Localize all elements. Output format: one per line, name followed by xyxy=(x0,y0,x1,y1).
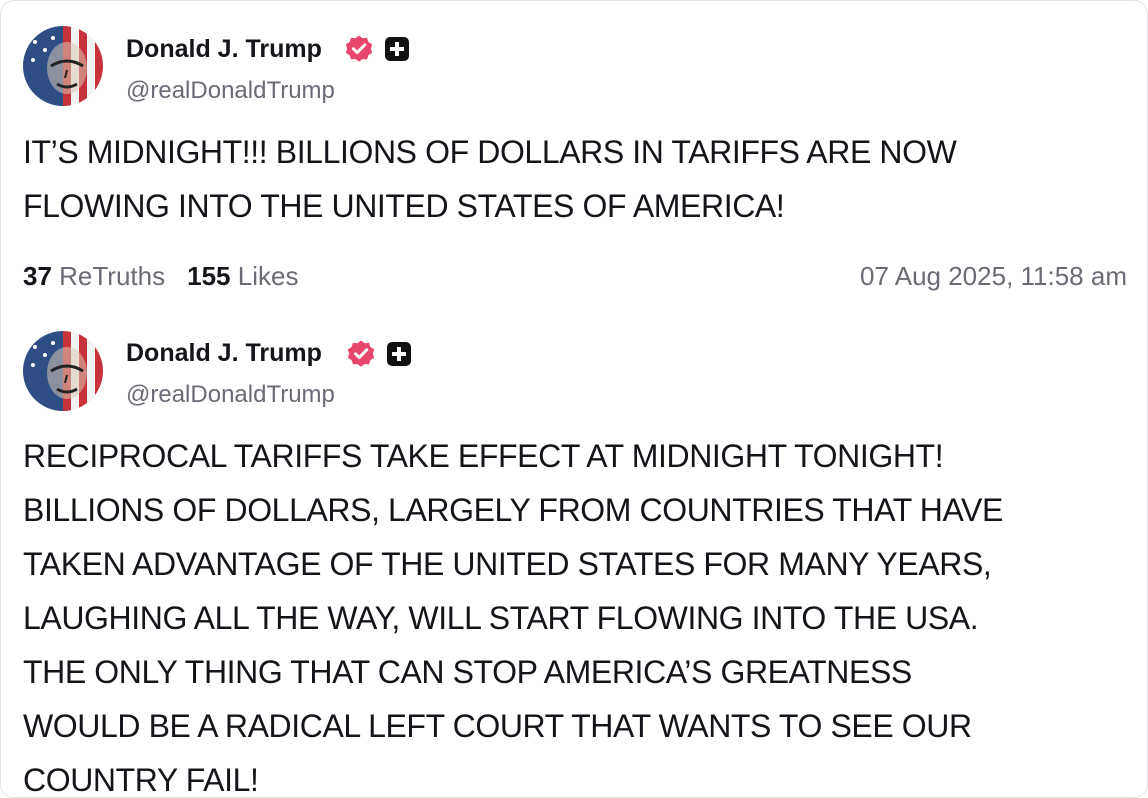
post-body: IT’S MIDNIGHT!!! BILLIONS OF DOLLARS IN … xyxy=(23,125,1123,233)
post: Donald J. Trump @realDonaldTrump RECIPRO… xyxy=(1,319,1147,798)
truth-social-screenshot: Donald J. Trump @realDonaldTrump IT’S MI… xyxy=(0,0,1148,798)
verified-badge-icon xyxy=(345,35,373,62)
post-stats: 37 ReTruths 155 Likes xyxy=(23,259,298,293)
post-body-line: IT’S MIDNIGHT!!! BILLIONS OF DOLLARS IN … xyxy=(23,134,957,170)
post-body: RECIPROCAL TARIFFS TAKE EFFECT AT MIDNIG… xyxy=(23,429,1123,798)
post-body-line: BILLIONS OF DOLLARS, LARGELY FROM COUNTR… xyxy=(23,492,1003,528)
likes-label: Likes xyxy=(237,261,299,291)
verified-badge-icon xyxy=(347,340,375,367)
author-handle[interactable]: @realDonaldTrump xyxy=(126,76,335,106)
post-body-line: RECIPROCAL TARIFFS TAKE EFFECT AT MIDNIG… xyxy=(23,438,944,474)
post-body-line: COUNTRY FAIL! xyxy=(23,762,259,798)
author-handle[interactable]: @realDonaldTrump xyxy=(126,380,335,410)
post-body-line: THE ONLY THING THAT CAN STOP AMERICA’S G… xyxy=(23,654,912,690)
post: Donald J. Trump @realDonaldTrump IT’S MI… xyxy=(1,1,1147,313)
post-body-line: FLOWING INTO THE UNITED STATES OF AMERIC… xyxy=(23,188,785,224)
likes-count: 155 xyxy=(187,261,231,291)
retruths-stat[interactable]: 37 ReTruths xyxy=(23,261,165,291)
post-body-line: TAKEN ADVANTAGE OF THE UNITED STATES FOR… xyxy=(23,546,992,582)
author-name[interactable]: Donald J. Trump xyxy=(126,338,322,368)
retruths-label: ReTruths xyxy=(59,261,166,291)
avatar[interactable] xyxy=(23,331,103,411)
likes-stat[interactable]: 155 Likes xyxy=(187,261,298,291)
avatar-image xyxy=(23,331,103,411)
plus-badge-icon xyxy=(387,342,411,366)
plus-badge-icon xyxy=(385,37,409,61)
avatar-image xyxy=(23,26,103,106)
avatar[interactable] xyxy=(23,26,103,106)
post-body-line: WOULD BE A RADICAL LEFT COURT THAT WANTS… xyxy=(23,708,972,744)
retruths-count: 37 xyxy=(23,261,52,291)
post-timestamp[interactable]: 07 Aug 2025, 11:58 am xyxy=(860,259,1127,293)
author-name[interactable]: Donald J. Trump xyxy=(126,34,322,64)
post-body-line: LAUGHING ALL THE WAY, WILL START FLOWING… xyxy=(23,600,979,636)
